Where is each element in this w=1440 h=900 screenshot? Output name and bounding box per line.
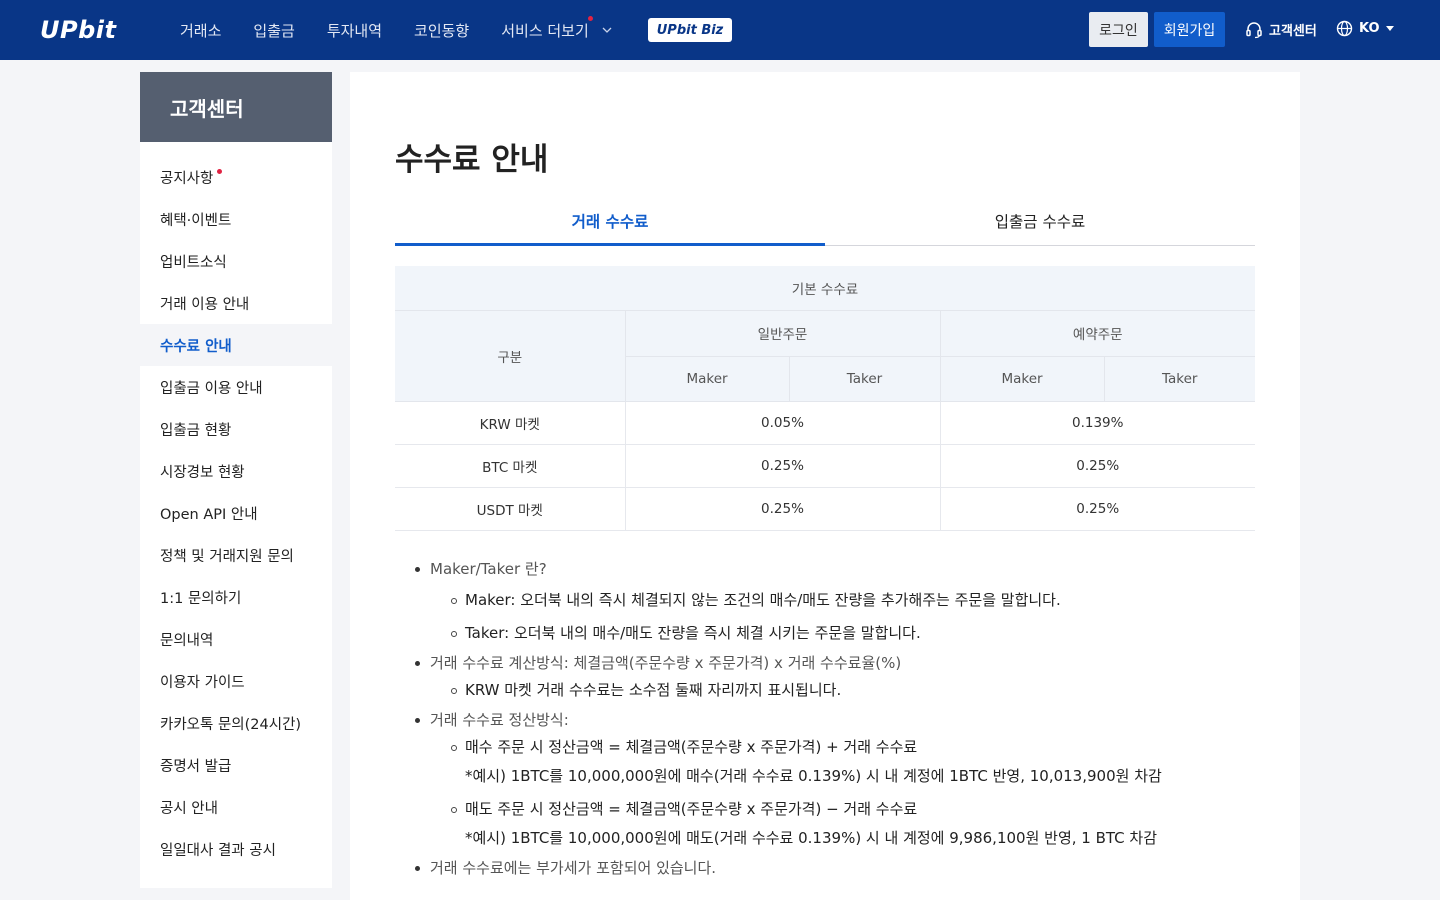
sidebar-item-deposit-status[interactable]: 입출금 현황: [140, 408, 332, 450]
list-item: KRW 마켓 거래 수수료는 소수점 둘째 자리까지 표시됩니다.: [451, 676, 1250, 705]
note-buy-settlement: 매수 주문 시 정산금액 = 체결금액(주문수량 x 주문가격) + 거래 수수…: [465, 738, 918, 756]
sidebar-item-upbit-news[interactable]: 업비트소식: [140, 240, 332, 282]
sidebar-item-inquiry-history[interactable]: 문의내역: [140, 618, 332, 660]
list-item: 거래 수수료 정산방식: 매수 주문 시 정산금액 = 체결금액(주문수량 x …: [415, 709, 1250, 853]
list-item: Taker: 오더북 내의 매수/매도 잔량을 즉시 체결 시키는 주문을 말합…: [451, 619, 1250, 648]
sidebar-item-certificate[interactable]: 증명서 발급: [140, 744, 332, 786]
table-header-taker: Taker: [1104, 356, 1255, 402]
nav-more-services[interactable]: 서비스 더보기: [501, 15, 613, 41]
sidebar-item-kakaotalk[interactable]: 카카오톡 문의(24시간): [140, 702, 332, 744]
nav-investments[interactable]: 투자내역: [327, 20, 382, 41]
sidebar-item-benefits-events[interactable]: 혜택·이벤트: [140, 198, 332, 240]
market-cell: BTC 마켓: [395, 444, 626, 488]
language-selector[interactable]: KO: [1336, 20, 1394, 37]
biz-badge-label: UPbit Biz: [656, 22, 724, 38]
normal-fee-cell: 0.25%: [625, 487, 941, 531]
reserved-fee-cell: 0.25%: [940, 444, 1255, 488]
fee-tabs: 거래 수수료 입출금 수수료: [395, 208, 1255, 246]
new-dot-indicator: [587, 15, 593, 21]
table-header-maker: Maker: [940, 356, 1105, 402]
table-header-basic-fee: 기본 수수료: [395, 266, 1255, 311]
signup-button[interactable]: 회원가입: [1154, 12, 1225, 47]
reserved-fee-cell: 0.25%: [940, 487, 1255, 531]
sidebar-item-open-api[interactable]: Open API 안내: [140, 492, 332, 534]
sidebar-item-policy-inquiry[interactable]: 정책 및 거래지원 문의: [140, 534, 332, 576]
login-button[interactable]: 로그인: [1089, 12, 1148, 47]
note-maker-taker-title: Maker/Taker 란?: [430, 560, 547, 578]
list-item: 거래 수수료 계산방식: 체결금액(주문수량 x 주문가격) x 거래 수수료율…: [415, 652, 1250, 705]
note-calc-method: 거래 수수료 계산방식: 체결금액(주문수량 x 주문가격) x 거래 수수료율…: [430, 654, 902, 672]
main-nav: 거래소 입출금 투자내역 코인동향 서비스 더보기: [180, 0, 645, 60]
chevron-down-icon: [602, 27, 612, 33]
note-sell-example: *예시) 1BTC를 10,000,000원에 매도(거래 수수료 0.139%…: [465, 829, 1158, 847]
normal-fee-cell: 0.25%: [625, 444, 941, 488]
list-item: Maker/Taker 란? Maker: 오더북 내의 즉시 체결되지 않는 …: [415, 558, 1250, 648]
market-cell: KRW 마켓: [395, 401, 626, 445]
sidebar-item-trading-guide[interactable]: 거래 이용 안내: [140, 282, 332, 324]
table-row: BTC 마켓 0.25% 0.25%: [395, 444, 1255, 488]
table-header-normal-order: 일반주문: [625, 310, 941, 357]
table-header-taker: Taker: [789, 356, 941, 402]
sidebar-item-deposit-guide[interactable]: 입출금 이용 안내: [140, 366, 332, 408]
sidebar-item-daily-reconciliation[interactable]: 일일대사 결과 공시: [140, 828, 332, 870]
list-item: 거래 수수료에는 부가세가 포함되어 있습니다.: [415, 857, 1250, 879]
new-dot-indicator: [217, 168, 223, 174]
sidebar-item-user-guide[interactable]: 이용자 가이드: [140, 660, 332, 702]
sidebar-item-notice[interactable]: 공지사항: [140, 156, 332, 198]
note-settlement-method: 거래 수수료 정산방식:: [430, 711, 569, 729]
language-label: KO: [1359, 21, 1380, 36]
list-item: Maker: 오더북 내의 즉시 체결되지 않는 조건의 매수/매도 잔량을 추…: [451, 586, 1250, 615]
table-header-category: 구분: [395, 310, 626, 402]
sidebar-item-fee-guide[interactable]: 수수료 안내: [140, 324, 332, 366]
market-cell: USDT 마켓: [395, 487, 626, 531]
table-row: USDT 마켓 0.25% 0.25%: [395, 487, 1255, 531]
customer-center-label: 고객센터: [1269, 24, 1317, 39]
sidebar-item-market-alert[interactable]: 시장경보 현황: [140, 450, 332, 492]
customer-center-link[interactable]: 고객센터: [1245, 20, 1317, 39]
nav-deposit-withdraw[interactable]: 입출금: [253, 20, 294, 41]
fee-table: 기본 수수료 구분 일반주문 예약주문 Maker Taker Maker Ta…: [395, 266, 1255, 531]
sidebar-title: 고객센터: [140, 72, 332, 142]
nav-exchange[interactable]: 거래소: [180, 20, 221, 41]
table-header-maker: Maker: [625, 356, 790, 402]
sidebar: 고객센터 공지사항 혜택·이벤트 업비트소식 거래 이용 안내 수수료 안내 입…: [140, 72, 332, 888]
logo-text: UPbit: [40, 16, 117, 44]
list-item: 매도 주문 시 정산금액 = 체결금액(주문수량 x 주문가격) − 거래 수수…: [451, 795, 1250, 853]
nav-coin-trends[interactable]: 코인동향: [414, 20, 469, 41]
table-header-reserved-order: 예약주문: [940, 310, 1255, 357]
tab-trading-fee[interactable]: 거래 수수료: [395, 208, 825, 246]
tab-deposit-withdraw-fee[interactable]: 입출금 수수료: [825, 208, 1255, 245]
note-sell-settlement: 매도 주문 시 정산금액 = 체결금액(주문수량 x 주문가격) − 거래 수수…: [465, 800, 918, 818]
fee-notes: Maker/Taker 란? Maker: 오더북 내의 즉시 체결되지 않는 …: [415, 558, 1250, 883]
note-buy-example: *예시) 1BTC를 10,000,000원에 매수(거래 수수료 0.139%…: [465, 767, 1162, 785]
table-row: KRW 마켓 0.05% 0.139%: [395, 401, 1255, 445]
globe-icon: [1336, 20, 1353, 37]
upbit-logo[interactable]: UPbit: [40, 16, 116, 44]
sidebar-item-label: 공지사항: [160, 170, 214, 187]
normal-fee-cell: 0.05%: [625, 401, 941, 445]
note-vat-included: 거래 수수료에는 부가세가 포함되어 있습니다.: [430, 859, 717, 877]
top-header: UPbit 거래소 입출금 투자내역 코인동향 서비스 더보기 UPbit Bi…: [0, 0, 1440, 60]
caret-down-icon: [1385, 26, 1394, 31]
list-item: 매수 주문 시 정산금액 = 체결금액(주문수량 x 주문가격) + 거래 수수…: [451, 733, 1250, 791]
sidebar-menu: 공지사항 혜택·이벤트 업비트소식 거래 이용 안내 수수료 안내 입출금 이용…: [140, 142, 332, 870]
nav-more-label: 서비스 더보기: [501, 21, 589, 40]
main-content: 수수료 안내 거래 수수료 입출금 수수료 기본 수수료 구분 일반주문 예약주…: [350, 72, 1300, 900]
page-title: 수수료 안내: [395, 142, 549, 178]
headset-icon: [1246, 21, 1262, 38]
sidebar-item-disclosure[interactable]: 공시 안내: [140, 786, 332, 828]
sidebar-item-one-on-one[interactable]: 1:1 문의하기: [140, 576, 332, 618]
reserved-fee-cell: 0.139%: [940, 401, 1255, 445]
upbit-biz-badge[interactable]: UPbit Biz: [648, 18, 732, 42]
